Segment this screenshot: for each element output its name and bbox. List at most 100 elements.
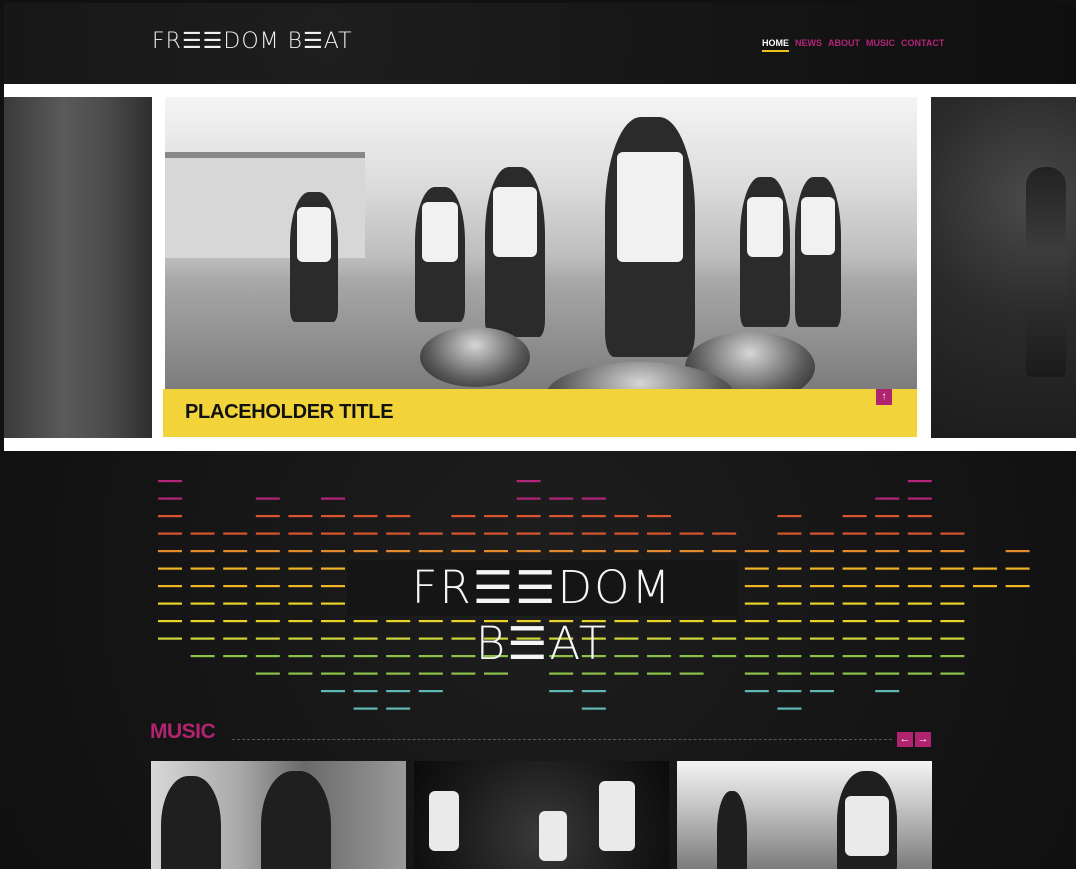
- equalizer-dash: [940, 655, 965, 658]
- equalizer-dash: [321, 637, 345, 640]
- equalizer-dash: [158, 480, 182, 483]
- equalizer-dash: [875, 602, 900, 605]
- equalizer-dash: [614, 620, 639, 623]
- equalizer-dash: [581, 672, 606, 675]
- equalizer-dash: [484, 532, 508, 535]
- equalizer-dash: [940, 550, 965, 553]
- equalizer-dash: [907, 550, 932, 553]
- drummer-shirt: [845, 796, 889, 856]
- equalizer-dash: [647, 637, 671, 640]
- music-heading: MUSIC: [150, 720, 216, 743]
- equalizer-dash: [158, 515, 182, 518]
- equalizer-dash: [386, 550, 411, 553]
- arrow-left-icon[interactable]: ←: [897, 732, 913, 747]
- equalizer-dash: [418, 637, 443, 640]
- equalizer-dash: [321, 602, 345, 605]
- equalizer-dash: [484, 550, 508, 553]
- music-divider: [232, 739, 892, 740]
- equalizer-dash: [875, 567, 900, 570]
- equalizer-dash: [581, 515, 606, 518]
- singer-silhouette: [161, 776, 221, 869]
- nav-about[interactable]: ABOUT: [828, 38, 860, 52]
- equalizer-dash: [973, 585, 997, 588]
- equalizer-dash: [1005, 567, 1030, 570]
- equalizer-dash: [744, 550, 769, 553]
- equalizer-dash: [581, 690, 606, 693]
- equalizer-dash: [418, 672, 443, 675]
- equalizer-dash: [907, 672, 932, 675]
- equalizer-dash: [679, 672, 704, 675]
- equalizer-dash: [777, 620, 802, 623]
- equalizer-dash: [907, 637, 932, 640]
- equalizer-dash: [875, 515, 900, 518]
- equalizer-dash: [810, 602, 834, 605]
- equalizer-dash: [158, 497, 182, 500]
- equalizer-dash: [190, 655, 215, 658]
- equalizer-dash: [158, 567, 182, 570]
- arrow-right-icon[interactable]: →: [915, 732, 931, 747]
- equalizer-dash: [451, 550, 476, 553]
- equalizer-dash: [353, 532, 378, 535]
- nav-news[interactable]: NEWS: [795, 38, 822, 52]
- drum: [420, 327, 530, 387]
- nav-contact[interactable]: CONTACT: [901, 38, 944, 52]
- equalizer-dash: [353, 620, 378, 623]
- equalizer-dash: [907, 620, 932, 623]
- equalizer-dash: [353, 690, 378, 693]
- slide-title[interactable]: PLACEHOLDER TITLE: [185, 401, 394, 424]
- slide-caption: PLACEHOLDER TITLE ↑: [163, 389, 917, 437]
- equalizer-dash: [451, 672, 476, 675]
- equalizer-dash: [158, 585, 182, 588]
- dancer-shirt: [539, 811, 567, 861]
- equalizer-dash: [842, 602, 867, 605]
- equalizer-dash: [875, 532, 900, 535]
- equalizer-dash: [255, 672, 280, 675]
- equalizer-dash: [907, 655, 932, 658]
- equalizer-dash: [777, 515, 802, 518]
- nav-home[interactable]: HOME: [762, 38, 789, 52]
- equalizer-dash: [744, 672, 769, 675]
- equalizer-dash: [875, 690, 900, 693]
- site-logo[interactable]: FR☰☰DOM B☰AT: [152, 29, 353, 54]
- equalizer-dash: [581, 707, 606, 710]
- equalizer-dash: [321, 550, 345, 553]
- equalizer-dash: [353, 655, 378, 658]
- next-slide-preview[interactable]: [931, 97, 1076, 438]
- equalizer-dash: [223, 532, 248, 535]
- equalizer-dash: [386, 707, 411, 710]
- equalizer-dash: [647, 550, 671, 553]
- equalizer-dash: [418, 620, 443, 623]
- equalizer-dash: [777, 655, 802, 658]
- equalizer-dash: [190, 532, 215, 535]
- equalizer-dash: [158, 620, 182, 623]
- music-thumbnail-2[interactable]: [414, 761, 669, 869]
- equalizer-dash: [190, 620, 215, 623]
- equalizer-dash: [679, 637, 704, 640]
- equalizer-dash: [907, 585, 932, 588]
- equalizer-dash: [418, 655, 443, 658]
- equalizer-dash: [190, 637, 215, 640]
- equalizer-dash: [842, 655, 867, 658]
- nav-music[interactable]: MUSIC: [866, 38, 895, 52]
- equalizer-dash: [679, 532, 704, 535]
- equalizer-dash: [647, 655, 671, 658]
- previous-slide-preview[interactable]: [4, 97, 152, 438]
- music-thumbnail-1[interactable]: [151, 761, 406, 869]
- equalizer-dash: [451, 620, 476, 623]
- banner-title: FR☰☰DOM B☰AT: [347, 560, 737, 670]
- equalizer-dash: [321, 690, 345, 693]
- equalizer-dash: [712, 532, 737, 535]
- equalizer-dash: [875, 620, 900, 623]
- equalizer-dash: [353, 637, 378, 640]
- music-thumbnail-3[interactable]: [677, 761, 932, 869]
- dancer-shirt: [599, 781, 635, 851]
- equalizer-dash: [549, 690, 574, 693]
- equalizer-dash: [484, 515, 508, 518]
- arrow-up-icon[interactable]: ↑: [876, 389, 892, 405]
- equalizer-dash: [777, 550, 802, 553]
- equalizer-dash: [288, 532, 313, 535]
- equalizer-dash: [940, 637, 965, 640]
- equalizer-dash: [321, 655, 345, 658]
- equalizer-dash: [255, 655, 280, 658]
- equalizer-dash: [973, 567, 997, 570]
